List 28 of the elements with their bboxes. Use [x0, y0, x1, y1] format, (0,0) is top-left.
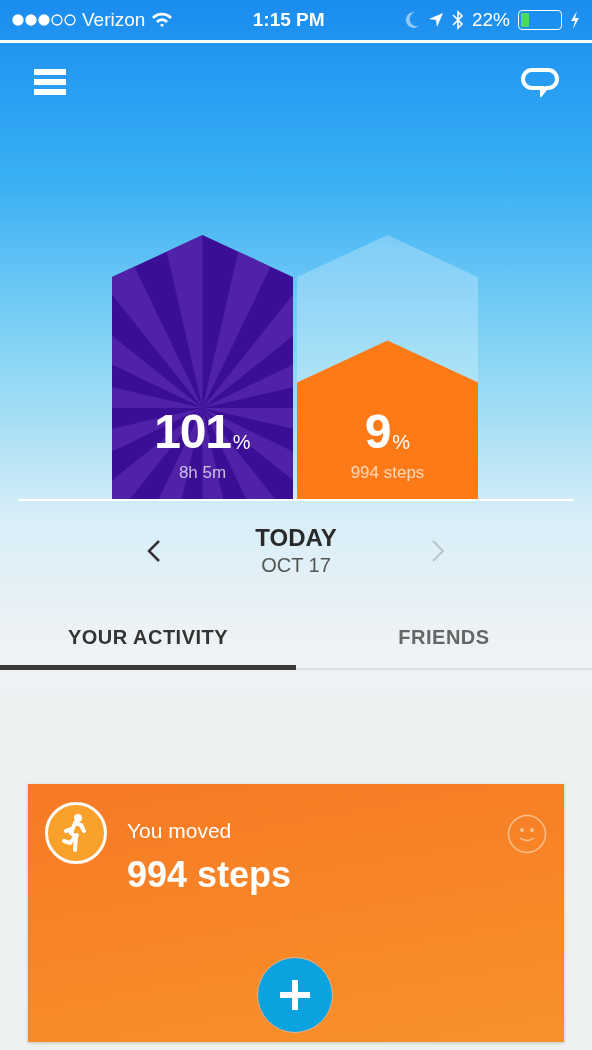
plus-icon [278, 978, 312, 1012]
clock-time: 1:15 PM [252, 7, 325, 32]
signal-icon [12, 14, 76, 26]
location-arrow-icon [427, 12, 444, 28]
previous-day-button[interactable] [147, 538, 161, 563]
bluetooth-icon [451, 10, 464, 30]
card-label: You moved [127, 820, 233, 841]
carrier-name: Verizon [82, 7, 146, 32]
goal-detail: 8h 5m [178, 461, 227, 484]
menu-icon[interactable] [34, 69, 66, 95]
battery-percent: 22% [471, 7, 510, 32]
tab[interactable]: YOUR ACTIVITY [0, 608, 296, 670]
goal-percent: 9 [364, 407, 391, 456]
date-label: OCT 17 [261, 553, 331, 578]
battery-icon [518, 10, 562, 30]
smiley-icon[interactable] [507, 814, 547, 854]
goal-percent: 101 [154, 407, 231, 456]
charging-icon [570, 11, 580, 29]
wifi-icon [151, 12, 174, 28]
percent-unit: % [232, 431, 251, 452]
chat-icon[interactable] [520, 67, 560, 97]
percent-unit: % [392, 431, 411, 452]
card-value: 994 steps [127, 857, 292, 893]
goal-detail: 994 steps [350, 461, 425, 484]
activity-card[interactable]: You moved 994 steps [28, 784, 564, 1042]
date-title: TODAY [255, 523, 337, 553]
moon-icon [403, 11, 420, 29]
tab[interactable]: FRIENDS [296, 608, 592, 670]
